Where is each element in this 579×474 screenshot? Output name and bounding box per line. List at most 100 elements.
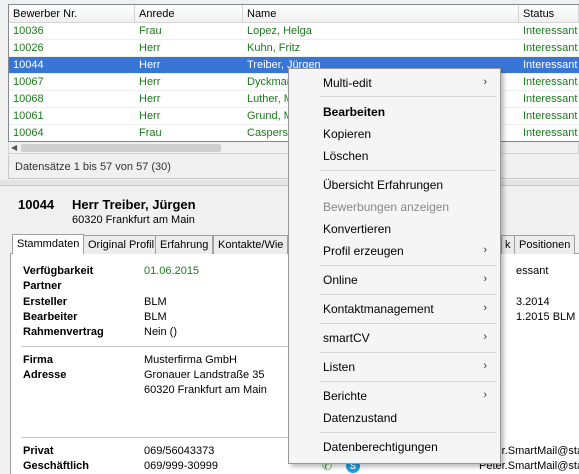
cell-status: Interessant (523, 127, 578, 139)
tab-original-profil[interactable]: Original Profil (83, 235, 160, 254)
tab-positionen[interactable]: Positionen (514, 235, 576, 254)
scroll-left-arrow-icon[interactable]: ◀ (11, 143, 17, 152)
menu-item-label: Listen (323, 360, 356, 374)
privat-label: Privat (23, 445, 54, 457)
candidate-name: Herr Treiber, Jürgen (72, 197, 196, 212)
menu-item-datenzustand[interactable]: Datenzustand (290, 408, 499, 428)
cell-status: Interessant (523, 42, 578, 54)
cell-anrede: Herr (139, 59, 161, 71)
table-row[interactable]: 10036 Frau Lopez, Helga Interessant (9, 23, 579, 40)
ersteller-label: Ersteller (23, 296, 68, 308)
submenu-arrow-icon: › (483, 360, 487, 372)
cell-nr: 10036 (13, 25, 44, 37)
geschaeftlich-label: Geschäftlich (23, 460, 90, 472)
cell-anrede: Herr (139, 42, 161, 54)
adresse-label: Adresse (23, 369, 67, 381)
geschaeftlich-phone: 069/999-30999 (144, 460, 219, 472)
column-header-bewerber-nr[interactable]: Bewerber Nr. (9, 5, 135, 22)
menu-item-bewerbungen-anzeigen: Bewerbungen anzeigen (323, 200, 450, 214)
privat-phone: 069/56043373 (144, 445, 215, 457)
column-header-name[interactable]: Name (243, 5, 519, 22)
rahmenvertrag-label: Rahmenvertrag (23, 326, 104, 338)
divider (21, 346, 301, 347)
menu-item-label: Multi-edit (323, 76, 372, 90)
firma-value: Musterfirma GmbH (144, 354, 237, 366)
firma-label: Firma (23, 354, 53, 366)
verfuegbarkeit-value: 01.06.2015 (144, 265, 200, 277)
menu-item-datenberechtigungen[interactable]: Datenberechtigungen (290, 437, 499, 457)
tab-kontakte[interactable]: Kontakte/Wie (213, 235, 289, 254)
cell-nr: 10064 (13, 127, 44, 139)
cell-status: Interessant (523, 76, 578, 88)
candidate-id: 10044 (18, 197, 55, 212)
cell-nr: 10068 (13, 93, 44, 105)
submenu-arrow-icon: › (483, 302, 487, 314)
menu-separator (319, 170, 497, 171)
partner-label: Partner (23, 280, 62, 292)
bearbeiter-label: Bearbeiter (23, 311, 78, 323)
menu-separator (319, 352, 497, 353)
menu-separator (319, 96, 497, 97)
candidate-city: 60320 Frankfurt am Main (72, 214, 195, 226)
status-value-partial: essant (516, 265, 549, 277)
menu-item-uebersicht-erfahrungen[interactable]: Übersicht Erfahrungen (290, 175, 499, 195)
cell-name: Kuhn, Fritz (247, 42, 301, 54)
cell-nr: 10061 (13, 110, 44, 122)
column-header-anrede[interactable]: Anrede (135, 5, 243, 22)
cell-status: Interessant (523, 59, 578, 71)
ersteller-value: BLM (144, 296, 167, 308)
menu-separator (319, 265, 497, 266)
tab-erfahrung[interactable]: Erfahrung (155, 235, 214, 254)
submenu-arrow-icon: › (483, 389, 487, 401)
edited-date-partial: 1.2015 BLM (516, 311, 576, 323)
menu-item-kontaktmanagement[interactable]: Kontaktmanagement › (290, 299, 499, 319)
menu-item-smartcv[interactable]: smartCV › (290, 328, 499, 348)
cell-anrede: Herr (139, 110, 161, 122)
menu-item-online[interactable]: Online › (290, 270, 499, 290)
submenu-arrow-icon: › (483, 273, 487, 285)
menu-item-berichte[interactable]: Berichte › (290, 386, 499, 406)
cell-anrede: Herr (139, 93, 161, 105)
submenu-arrow-icon: › (483, 244, 487, 256)
cell-status: Interessant (523, 110, 578, 122)
cell-status: Interessant (523, 93, 578, 105)
menu-item-listen[interactable]: Listen › (290, 357, 499, 377)
scrollbar-thumb[interactable] (21, 144, 221, 152)
rahmenvertrag-value: Nein () (144, 326, 178, 338)
bearbeiter-value: BLM (144, 311, 167, 323)
table-row[interactable]: 10026 Herr Kuhn, Fritz Interessant (9, 40, 579, 57)
cell-anrede: Frau (139, 127, 162, 139)
menu-item-profil-erzeugen[interactable]: Profil erzeugen › (290, 241, 499, 261)
menu-item-konvertieren[interactable]: Konvertieren (290, 219, 499, 239)
cell-nr: 10026 (13, 42, 44, 54)
submenu-arrow-icon: › (483, 331, 487, 343)
menu-item-label: smartCV (323, 331, 370, 345)
menu-separator (319, 381, 497, 382)
cell-nr: 10067 (13, 76, 44, 88)
menu-item-kopieren[interactable]: Kopieren (290, 124, 499, 144)
tab-stammdaten[interactable]: Stammdaten (12, 234, 85, 254)
cell-name: Lopez, Helga (247, 25, 312, 37)
records-count-label: Datensätze 1 bis 57 von 57 (30) (15, 161, 171, 173)
adresse-line1: Gronauer Landstraße 35 (144, 369, 265, 381)
submenu-arrow-icon: › (483, 76, 487, 88)
verfuegbarkeit-label: Verfügbarkeit (23, 265, 94, 277)
cell-status: Interessant (523, 25, 578, 37)
context-menu: Multi-edit › Bearbeiten Kopieren Löschen… (288, 68, 501, 464)
cell-anrede: Frau (139, 25, 162, 37)
cell-anrede: Herr (139, 76, 161, 88)
grid-header: Bewerber Nr. Anrede Name Status (9, 5, 579, 23)
menu-item-loeschen[interactable]: Löschen (290, 146, 499, 166)
menu-separator (319, 294, 497, 295)
menu-item-label: Online (323, 273, 358, 287)
created-date-partial: 3.2014 (516, 296, 550, 308)
menu-item-label: Profil erzeugen (323, 244, 404, 258)
divider (21, 437, 301, 438)
menu-item-multi-edit[interactable]: Multi-edit › (290, 73, 499, 93)
adresse-line2: 60320 Frankfurt am Main (144, 384, 267, 396)
menu-item-label: Berichte (323, 389, 368, 403)
menu-separator (319, 432, 497, 433)
menu-item-label: Kontaktmanagement (323, 302, 434, 316)
menu-item-bearbeiten[interactable]: Bearbeiten (290, 102, 499, 122)
column-header-status[interactable]: Status (519, 5, 579, 22)
